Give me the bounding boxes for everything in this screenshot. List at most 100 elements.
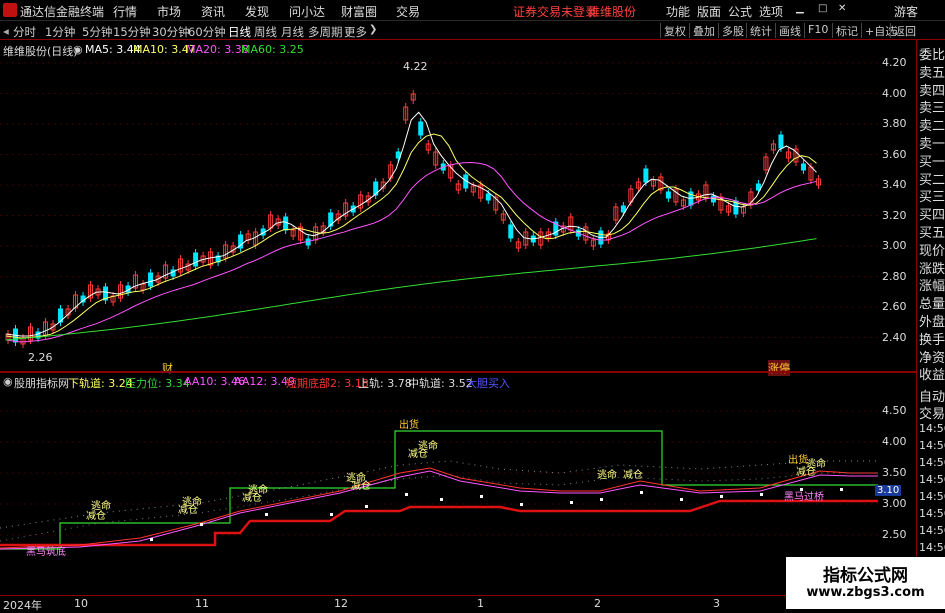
- menu-shichang[interactable]: 市场: [157, 3, 181, 20]
- menu-faxian[interactable]: 发现: [245, 3, 269, 20]
- ma20-line: [5, 161, 817, 343]
- signal-dot: [405, 493, 408, 496]
- signal-dot: [365, 505, 368, 508]
- maximize-icon[interactable]: □: [818, 3, 827, 14]
- tool-tongji[interactable]: 统计: [746, 23, 772, 38]
- indicator-svg: [0, 410, 878, 550]
- stock-name-link[interactable]: 维维股份: [588, 3, 636, 20]
- tool-duogu[interactable]: 多股: [718, 23, 744, 38]
- menu-xuanxiang[interactable]: 选项: [759, 3, 783, 20]
- period-weekly[interactable]: 周线: [254, 24, 277, 40]
- side-panel-item[interactable]: 买一: [919, 151, 945, 170]
- xaxis-jan: 1: [477, 597, 484, 610]
- sub-legend-toggle-icon[interactable]: ◉: [3, 375, 13, 388]
- period-daily[interactable]: 日线: [228, 24, 251, 40]
- side-panel-time: 14:56: [919, 473, 945, 486]
- signal-dot: [440, 498, 443, 501]
- candlestick-svg: [0, 62, 878, 348]
- period-multi[interactable]: 多周期: [308, 24, 343, 40]
- side-panel-item[interactable]: 买五: [919, 222, 945, 241]
- period-30min[interactable]: 30分钟: [152, 24, 190, 40]
- signal-dot: [600, 498, 603, 501]
- annot-reduce-6: 减仓: [623, 470, 643, 481]
- indicator-chart[interactable]: ◉ 股朋指标网 下轨道: 3.24 压力位: 3.34 AA10: 3.46 A…: [0, 373, 902, 595]
- candle-body: [193, 252, 199, 267]
- tool-diejia[interactable]: 叠加: [689, 23, 715, 38]
- watermark-url: www.zbgs3.com: [806, 585, 925, 600]
- side-panel-item[interactable]: 外盘: [919, 311, 945, 330]
- left-arrow-icon[interactable]: ◂: [3, 24, 9, 38]
- side-panel-time: 14:56: [919, 524, 945, 537]
- period-monthly[interactable]: 月线: [281, 24, 304, 40]
- side-panel-item[interactable]: 买二: [919, 169, 945, 188]
- candle-body: [485, 193, 491, 201]
- indicator-tick-label: 4.50: [882, 404, 907, 417]
- app-logo-icon: [3, 3, 17, 17]
- xaxis-feb: 2: [594, 597, 601, 610]
- indicator-tick-label: 4.00: [882, 435, 907, 448]
- candle-body: [418, 121, 424, 136]
- side-panel-item[interactable]: 卖三: [919, 97, 945, 116]
- more-chevron-icon[interactable]: ❯: [369, 24, 377, 35]
- side-panel-item[interactable]: 交易: [919, 403, 945, 422]
- price-tick-label: 4.20: [882, 56, 907, 69]
- indicator-tick-label: 3.00: [882, 497, 907, 510]
- menubar: 通达信金融终端 行情 市场 资讯 发现 问小达 财富圈 交易 证券交易未登录 维…: [0, 0, 945, 21]
- annot-blackhorse-bottom: 黑马筑底: [26, 547, 66, 558]
- menu-jiaoyi[interactable]: 交易: [396, 3, 420, 20]
- period-fenshi[interactable]: 分时: [13, 24, 36, 40]
- period-more[interactable]: 更多: [344, 24, 367, 40]
- side-panel-item[interactable]: 换手: [919, 329, 945, 348]
- side-panel-time: 14:56: [919, 439, 945, 452]
- side-panel-time: 14:56: [919, 422, 945, 435]
- menu-wenxiaoda[interactable]: 问小达: [289, 3, 325, 20]
- menu-zixun[interactable]: 资讯: [201, 3, 225, 20]
- period-toolbar: ◂ 分时 1分钟 5分钟 15分钟 30分钟 60分钟 日线 周线 月线 多周期…: [0, 21, 945, 40]
- menu-hangqing[interactable]: 行情: [113, 3, 137, 20]
- candlestick-chart[interactable]: 维维股份(日线) ◉ MA5: 3.44 MA10: 3.47 MA20: 3.…: [0, 40, 878, 376]
- period-15min[interactable]: 15分钟: [113, 24, 151, 40]
- side-panel-item[interactable]: 卖二: [919, 115, 945, 134]
- side-panel-item[interactable]: 卖一: [919, 133, 945, 152]
- quote-side-panel: 委比 卖五 卖四 卖三 卖二 卖一 买一 买二 买三 买四 买五 现价 涨跌 涨幅 总量 外盘 换手 净资 收益 自动…: [916, 40, 945, 595]
- pressure-line: [0, 430, 878, 550]
- menu-caifuquan[interactable]: 财富圈: [341, 3, 377, 20]
- trade-login-status[interactable]: 证券交易未登录: [513, 3, 597, 20]
- side-panel-item[interactable]: 总量: [919, 293, 945, 312]
- menu-gongneng[interactable]: 功能: [666, 3, 690, 20]
- tool-back[interactable]: 返回: [890, 23, 916, 38]
- legend-toggle-icon[interactable]: ◉: [73, 43, 83, 56]
- side-panel-item[interactable]: 收益: [919, 364, 945, 383]
- side-panel-item[interactable]: 买四: [919, 204, 945, 223]
- side-panel-item[interactable]: 卖五: [919, 62, 945, 81]
- tool-huaxian[interactable]: 画线: [775, 23, 801, 38]
- side-panel-item[interactable]: 涨跌: [919, 258, 945, 277]
- tool-biaoji[interactable]: 标记: [832, 23, 858, 38]
- price-tick-label: 4.00: [882, 86, 907, 100]
- candle-body: [148, 272, 154, 287]
- side-panel-time: 14:56: [919, 541, 945, 554]
- minimize-icon[interactable]: ▁: [796, 3, 804, 14]
- tool-fuquan[interactable]: 复权: [660, 23, 686, 38]
- user-label[interactable]: 游客: [894, 3, 918, 20]
- signal-dot: [480, 495, 483, 498]
- side-panel-time: 14:56: [919, 456, 945, 469]
- side-panel-item[interactable]: 现价: [919, 240, 945, 259]
- period-60min[interactable]: 60分钟: [188, 24, 226, 40]
- side-panel-item[interactable]: 涨幅: [919, 275, 945, 294]
- tool-f10[interactable]: F10: [804, 23, 828, 38]
- close-icon[interactable]: ✕: [838, 3, 846, 14]
- indicator-tick-label: 3.50: [882, 466, 907, 479]
- side-panel-item[interactable]: 委比: [919, 44, 945, 63]
- menu-banmian[interactable]: 版面: [697, 3, 721, 20]
- side-panel-time: 14:56: [919, 507, 945, 520]
- side-panel-item[interactable]: 买三: [919, 186, 945, 205]
- period-1min[interactable]: 1分钟: [45, 24, 75, 40]
- xaxis-nov: 11: [195, 597, 209, 610]
- menu-gongshi[interactable]: 公式: [728, 3, 752, 20]
- side-panel-item[interactable]: 净资: [919, 347, 945, 366]
- xaxis-year: 2024年: [3, 599, 42, 612]
- app-title: 通达信金融终端: [20, 5, 105, 19]
- period-5min[interactable]: 5分钟: [82, 24, 112, 40]
- side-panel-item[interactable]: 卖四: [919, 80, 945, 99]
